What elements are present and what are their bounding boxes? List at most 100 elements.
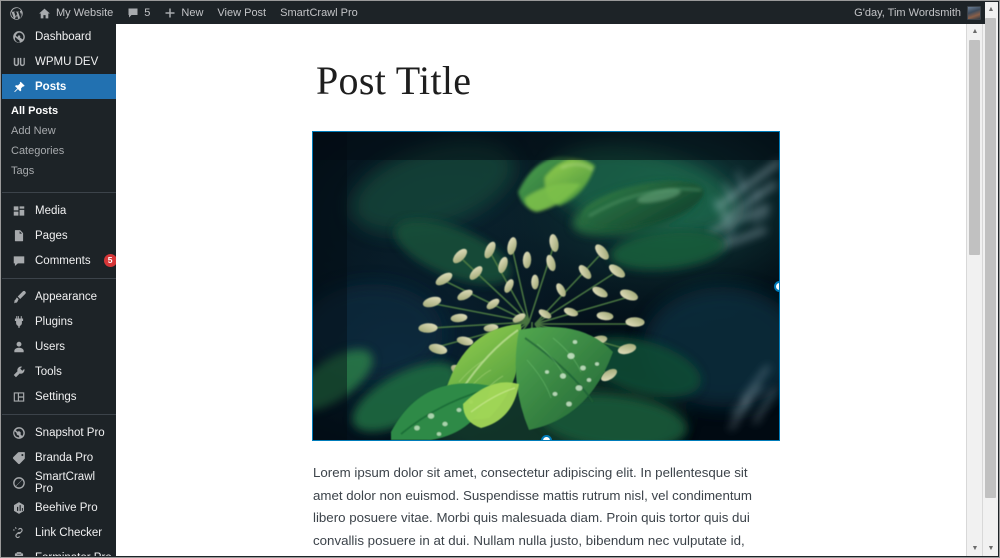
scroll-up-icon[interactable]: ▲: [967, 24, 983, 39]
sidebar-item-label: SmartCrawl Pro: [35, 470, 96, 495]
posts-submenu: All Posts Add New Categories Tags: [2, 99, 116, 187]
site-name-label: My Website: [56, 7, 114, 19]
pin-icon: [11, 79, 27, 95]
beehive-icon: [11, 500, 27, 516]
submenu-item-all-posts[interactable]: All Posts: [2, 101, 116, 121]
submenu-item-tags[interactable]: Tags: [2, 161, 116, 181]
view-post-link[interactable]: View Post: [210, 2, 273, 24]
plugin-icon: [11, 314, 27, 330]
sidebar-item-wpmu-dev[interactable]: WPMU DEV: [2, 49, 116, 74]
users-icon: [11, 339, 27, 355]
sidebar-item-label: Snapshot Pro: [35, 426, 105, 439]
home-icon: [38, 7, 51, 20]
sidebar-item-comments[interactable]: Comments 5: [2, 248, 116, 273]
tag-icon: [11, 450, 27, 466]
sidebar-item-label: Plugins: [35, 315, 73, 328]
submenu-item-add-new[interactable]: Add New: [2, 121, 116, 141]
menu-separator: [2, 414, 116, 415]
wp-logo-menu[interactable]: [2, 2, 31, 24]
sidebar-item-forminator-pro[interactable]: Forminator Pro: [2, 545, 116, 556]
sidebar-item-settings[interactable]: Settings: [2, 384, 116, 409]
comments-bubble[interactable]: 5: [120, 2, 157, 24]
browser-scrollbar-thumb[interactable]: [985, 18, 996, 498]
pages-icon: [11, 228, 27, 244]
greeting-label: G'day, Tim Wordsmith: [854, 7, 961, 19]
sidebar-item-label: Comments: [35, 254, 91, 267]
sidebar-item-label: Users: [35, 340, 66, 353]
my-account-menu[interactable]: G'day, Tim Wordsmith: [854, 2, 985, 24]
browser-scroll-down-icon[interactable]: ▼: [983, 541, 999, 556]
sidebar-item-appearance[interactable]: Appearance: [2, 284, 116, 309]
sidebar-item-tools[interactable]: Tools: [2, 359, 116, 384]
post-title[interactable]: Post Title: [316, 58, 982, 104]
scroll-down-icon[interactable]: ▼: [967, 541, 983, 556]
sidebar-item-pages[interactable]: Pages: [2, 223, 116, 248]
editor-scroll-region: Post Title Lorem ipsum dolor sit amet, c…: [116, 24, 982, 556]
sidebar-item-label: Settings: [35, 390, 77, 403]
right-resize-handle[interactable]: [774, 280, 779, 292]
admin-sidebar-menu[interactable]: Dashboard WPMU DEV Posts All Posts Add New Ca…: [2, 24, 116, 556]
menu-separator: [2, 278, 116, 279]
sidebar-item-label: WPMU DEV: [35, 55, 99, 68]
settings-icon: [11, 389, 27, 405]
sidebar-item-snapshot-pro[interactable]: Snapshot Pro: [2, 420, 116, 445]
sidebar-item-smartcrawl-pro[interactable]: SmartCrawl Pro: [2, 470, 116, 495]
menu-separator: [2, 192, 116, 193]
image-block[interactable]: [312, 131, 780, 441]
clipboard-icon: [11, 550, 27, 556]
avatar: [967, 6, 981, 20]
sidebar-item-label: Dashboard: [35, 30, 92, 43]
image-block-wrapper: [312, 131, 780, 441]
sidebar-item-beehive-pro[interactable]: Beehive Pro: [2, 495, 116, 520]
snapshot-icon: [11, 425, 27, 441]
site-name-menu[interactable]: My Website: [31, 2, 120, 24]
dashboard-icon: [11, 29, 27, 45]
new-label: New: [181, 7, 204, 19]
new-content-menu[interactable]: New: [157, 2, 210, 24]
sidebar-item-link-checker[interactable]: Link Checker: [2, 520, 116, 545]
paragraph-block[interactable]: Lorem ipsum dolor sit amet, consectetur …: [313, 462, 775, 556]
comment-icon: [11, 253, 27, 269]
browser-scroll-up-icon[interactable]: ▲: [983, 2, 999, 17]
brush-icon: [11, 289, 27, 305]
browser-window: My Website 5 New View Post SmartCrawl Pr…: [0, 0, 1000, 558]
browser-scrollbar[interactable]: ▲ ▼: [982, 2, 998, 556]
sidebar-item-label: Forminator Pro: [35, 552, 112, 557]
link-checker-icon: [11, 525, 27, 541]
wp-admin-bar: My Website 5 New View Post SmartCrawl Pr…: [2, 2, 985, 24]
view-post-label: View Post: [217, 7, 267, 19]
smartcrawl-admin-label: SmartCrawl Pro: [280, 7, 358, 19]
sidebar-item-label: Branda Pro: [35, 451, 94, 464]
bottom-resize-handle[interactable]: [540, 435, 552, 440]
sidebar-item-label: Link Checker: [35, 526, 103, 539]
sidebar-item-plugins[interactable]: Plugins: [2, 309, 116, 334]
comments-pending-badge: 5: [103, 254, 116, 267]
sidebar-item-users[interactable]: Users: [2, 334, 116, 359]
submenu-item-categories[interactable]: Categories: [2, 141, 116, 161]
admin-menu-list: Dashboard WPMU DEV Posts All Posts Add New Ca…: [2, 24, 116, 556]
plant-photo: [313, 132, 779, 440]
sidebar-item-label: Appearance: [35, 290, 98, 303]
media-icon: [11, 203, 27, 219]
wordpress-logo-icon: [9, 6, 24, 21]
post-content: Post Title Lorem ipsum dolor sit amet, c…: [116, 24, 982, 556]
editor-scrollbar-thumb[interactable]: [969, 40, 980, 255]
smartcrawl-admin-menu[interactable]: SmartCrawl Pro: [273, 2, 365, 24]
wrench-icon: [11, 364, 27, 380]
sidebar-item-label: Beehive Pro: [35, 501, 98, 514]
sidebar-item-label: Media: [35, 204, 67, 217]
sidebar-item-posts[interactable]: Posts: [2, 74, 116, 99]
editor-scrollbar[interactable]: ▲ ▼: [966, 24, 982, 556]
block-editor-canvas[interactable]: Post Title Lorem ipsum dolor sit amet, c…: [116, 24, 982, 556]
comment-bubble-icon: [127, 7, 139, 19]
sidebar-item-label: Pages: [35, 229, 68, 242]
sidebar-item-branda-pro[interactable]: Branda Pro: [2, 445, 116, 470]
smartcrawl-icon: [11, 475, 27, 491]
sidebar-item-label: Tools: [35, 365, 62, 378]
sidebar-item-media[interactable]: Media: [2, 198, 116, 223]
wpmudev-icon: [11, 54, 27, 70]
sidebar-item-label: Posts: [35, 80, 67, 93]
comments-count-label: 5: [144, 7, 151, 19]
plus-icon: [164, 7, 176, 19]
sidebar-item-dashboard[interactable]: Dashboard: [2, 24, 116, 49]
